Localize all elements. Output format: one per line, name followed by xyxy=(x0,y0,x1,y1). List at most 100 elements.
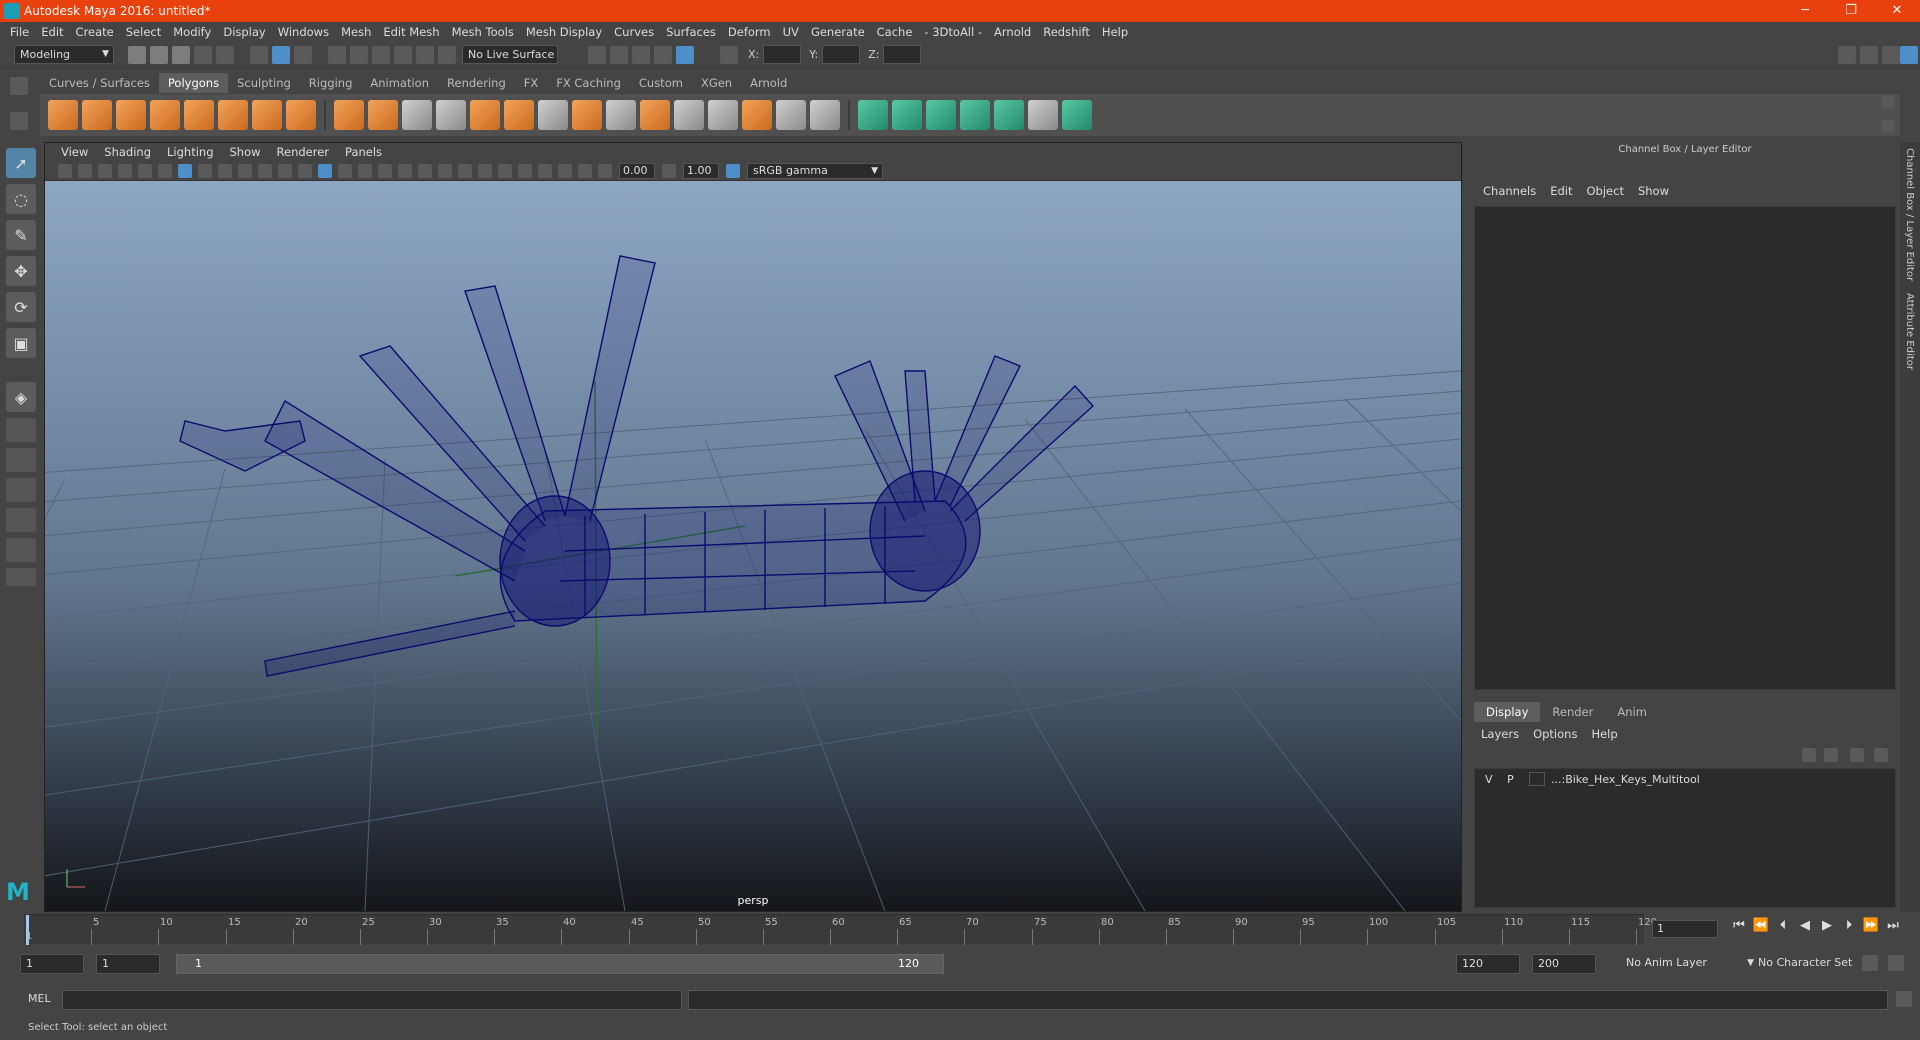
channel-box-toggle-icon[interactable] xyxy=(1900,45,1918,64)
remesh-icon[interactable] xyxy=(504,100,534,130)
separate-icon[interactable] xyxy=(368,100,398,130)
color-space-select[interactable]: sRGB gamma ▼ xyxy=(747,162,883,179)
menu-file[interactable]: File xyxy=(4,25,35,39)
select-object-icon[interactable] xyxy=(272,45,290,64)
checker-icon[interactable] xyxy=(1028,100,1058,130)
snap-grid-icon[interactable] xyxy=(328,45,346,64)
shelf-scroll-up-icon[interactable] xyxy=(1882,96,1894,108)
y-field[interactable] xyxy=(822,45,861,64)
menu-display[interactable]: Display xyxy=(217,25,271,39)
poly-cylinder-icon[interactable] xyxy=(116,100,146,130)
use-all-lights-icon[interactable] xyxy=(398,163,412,178)
time-slider[interactable]: 1 5 10 15 20 25 30 35 40 45 50 55 60 65 70 75 80 85 90 95 1… xyxy=(0,912,1920,946)
render-view-icon[interactable] xyxy=(588,45,606,64)
animation-end-field[interactable]: 200 xyxy=(1532,954,1596,974)
menu-mesh-tools[interactable]: Mesh Tools xyxy=(446,25,520,39)
shadows-icon[interactable] xyxy=(418,163,432,178)
offset-edge-loop-icon[interactable] xyxy=(708,100,738,130)
extrude-icon[interactable] xyxy=(572,100,602,130)
isolate-select-icon[interactable] xyxy=(518,163,532,178)
mirror-icon[interactable] xyxy=(402,100,432,130)
2d-pan-zoom-icon[interactable] xyxy=(138,163,152,178)
merge-icon[interactable] xyxy=(810,100,840,130)
cylindrical-mapping-icon[interactable] xyxy=(892,100,922,130)
attribute-editor-toggle-icon[interactable] xyxy=(1860,45,1878,64)
transform-constraint-icon[interactable] xyxy=(720,45,738,64)
render-settings-icon[interactable] xyxy=(654,45,672,64)
playback-start-field[interactable]: 1 xyxy=(96,954,160,974)
script-editor-icon[interactable] xyxy=(1896,991,1912,1007)
poly-pipe-icon[interactable] xyxy=(286,100,316,130)
menu-arnold[interactable]: Arnold xyxy=(988,25,1037,39)
gamma-field[interactable]: 1.00 xyxy=(683,162,719,179)
render-frame-icon[interactable] xyxy=(610,45,628,64)
ambient-occlusion-icon[interactable] xyxy=(438,163,452,178)
combine-icon[interactable] xyxy=(334,100,364,130)
move-layer-down-icon[interactable] xyxy=(1824,748,1838,762)
command-language-label[interactable]: MEL xyxy=(28,992,51,1005)
safe-title-icon[interactable] xyxy=(298,163,312,178)
animation-preferences-icon[interactable] xyxy=(1888,955,1904,971)
hypershade-icon[interactable] xyxy=(676,45,694,64)
open-scene-icon[interactable] xyxy=(150,45,168,64)
mode-select[interactable]: Modeling ▼ xyxy=(14,45,114,64)
lasso-tool-icon[interactable]: ◌ xyxy=(6,184,36,214)
bridge-icon[interactable] xyxy=(606,100,636,130)
menu-generate[interactable]: Generate xyxy=(805,25,871,39)
close-button[interactable]: ✕ xyxy=(1874,0,1920,22)
current-frame-field[interactable]: 1 xyxy=(1652,920,1718,938)
range-slider[interactable]: 1 120 xyxy=(176,954,944,974)
shelf-tab-rigging[interactable]: Rigging xyxy=(300,73,362,93)
play-forwards-icon[interactable]: ▶ xyxy=(1816,918,1838,933)
four-view-layout-icon[interactable] xyxy=(6,418,36,442)
xray-icon[interactable] xyxy=(538,163,552,178)
x-field[interactable] xyxy=(763,45,802,64)
minimize-button[interactable]: ─ xyxy=(1782,0,1828,22)
snap-curve-icon[interactable] xyxy=(350,45,368,64)
snap-point-icon[interactable] xyxy=(372,45,390,64)
spherical-mapping-icon[interactable] xyxy=(926,100,956,130)
resolution-gate-icon[interactable] xyxy=(218,163,232,178)
perspective-viewport[interactable]: View Shading Lighting Show Renderer Pane… xyxy=(44,142,1462,912)
shelf-tab-xgen[interactable]: XGen xyxy=(692,73,741,93)
side-tab-channel-box[interactable]: Channel Box / Layer Editor xyxy=(1900,142,1919,287)
select-hierarchy-icon[interactable] xyxy=(250,45,268,64)
shelf-tab-fx-caching[interactable]: FX Caching xyxy=(547,73,630,93)
magnet-icon[interactable] xyxy=(438,45,456,64)
layer-row[interactable]: V P ...:Bike_Hex_Keys_Multitool xyxy=(1475,769,1895,789)
menu-deform[interactable]: Deform xyxy=(722,25,777,39)
layer-tab-anim[interactable]: Anim xyxy=(1605,702,1659,722)
maximize-button[interactable]: ❐ xyxy=(1828,0,1874,22)
shelf-tab-custom[interactable]: Custom xyxy=(630,73,692,93)
exposure-field[interactable]: 0.00 xyxy=(619,162,655,179)
step-back-key-icon[interactable]: ⏪ xyxy=(1750,918,1772,933)
viewport-menu-renderer[interactable]: Renderer xyxy=(269,145,338,159)
menu-cache[interactable]: Cache xyxy=(871,25,919,39)
save-scene-icon[interactable] xyxy=(172,45,190,64)
channel-box-menu-edit[interactable]: Edit xyxy=(1543,184,1579,198)
color-management-icon[interactable] xyxy=(726,163,740,178)
snap-live-icon[interactable] xyxy=(416,45,434,64)
poly-plane-icon[interactable] xyxy=(184,100,214,130)
channel-box-body[interactable] xyxy=(1474,206,1896,690)
channel-box-menu-object[interactable]: Object xyxy=(1580,184,1631,198)
snap-view-plane-icon[interactable] xyxy=(394,45,412,64)
scale-tool-icon[interactable]: ▣ xyxy=(6,328,36,358)
menu-help[interactable]: Help xyxy=(1096,25,1134,39)
viewport-scene[interactable]: persp xyxy=(45,181,1461,911)
film-gate-icon[interactable] xyxy=(198,163,212,178)
poly-sphere-icon[interactable] xyxy=(48,100,78,130)
multi-cut-icon[interactable] xyxy=(538,100,568,130)
new-scene-icon[interactable] xyxy=(128,45,146,64)
anti-aliasing-icon[interactable] xyxy=(478,163,492,178)
modeling-toolkit-icon[interactable] xyxy=(1838,45,1856,64)
shelf-tab-arnold[interactable]: Arnold xyxy=(741,73,796,93)
automatic-mapping-icon[interactable] xyxy=(960,100,990,130)
redo-icon[interactable] xyxy=(216,45,234,64)
viewport-menu-view[interactable]: View xyxy=(53,145,96,159)
xray-components-icon[interactable] xyxy=(578,163,592,178)
ipr-render-icon[interactable] xyxy=(632,45,650,64)
viewport-menu-panels[interactable]: Panels xyxy=(337,145,390,159)
smooth-icon[interactable] xyxy=(436,100,466,130)
go-to-end-icon[interactable]: ⏭ xyxy=(1882,918,1904,933)
